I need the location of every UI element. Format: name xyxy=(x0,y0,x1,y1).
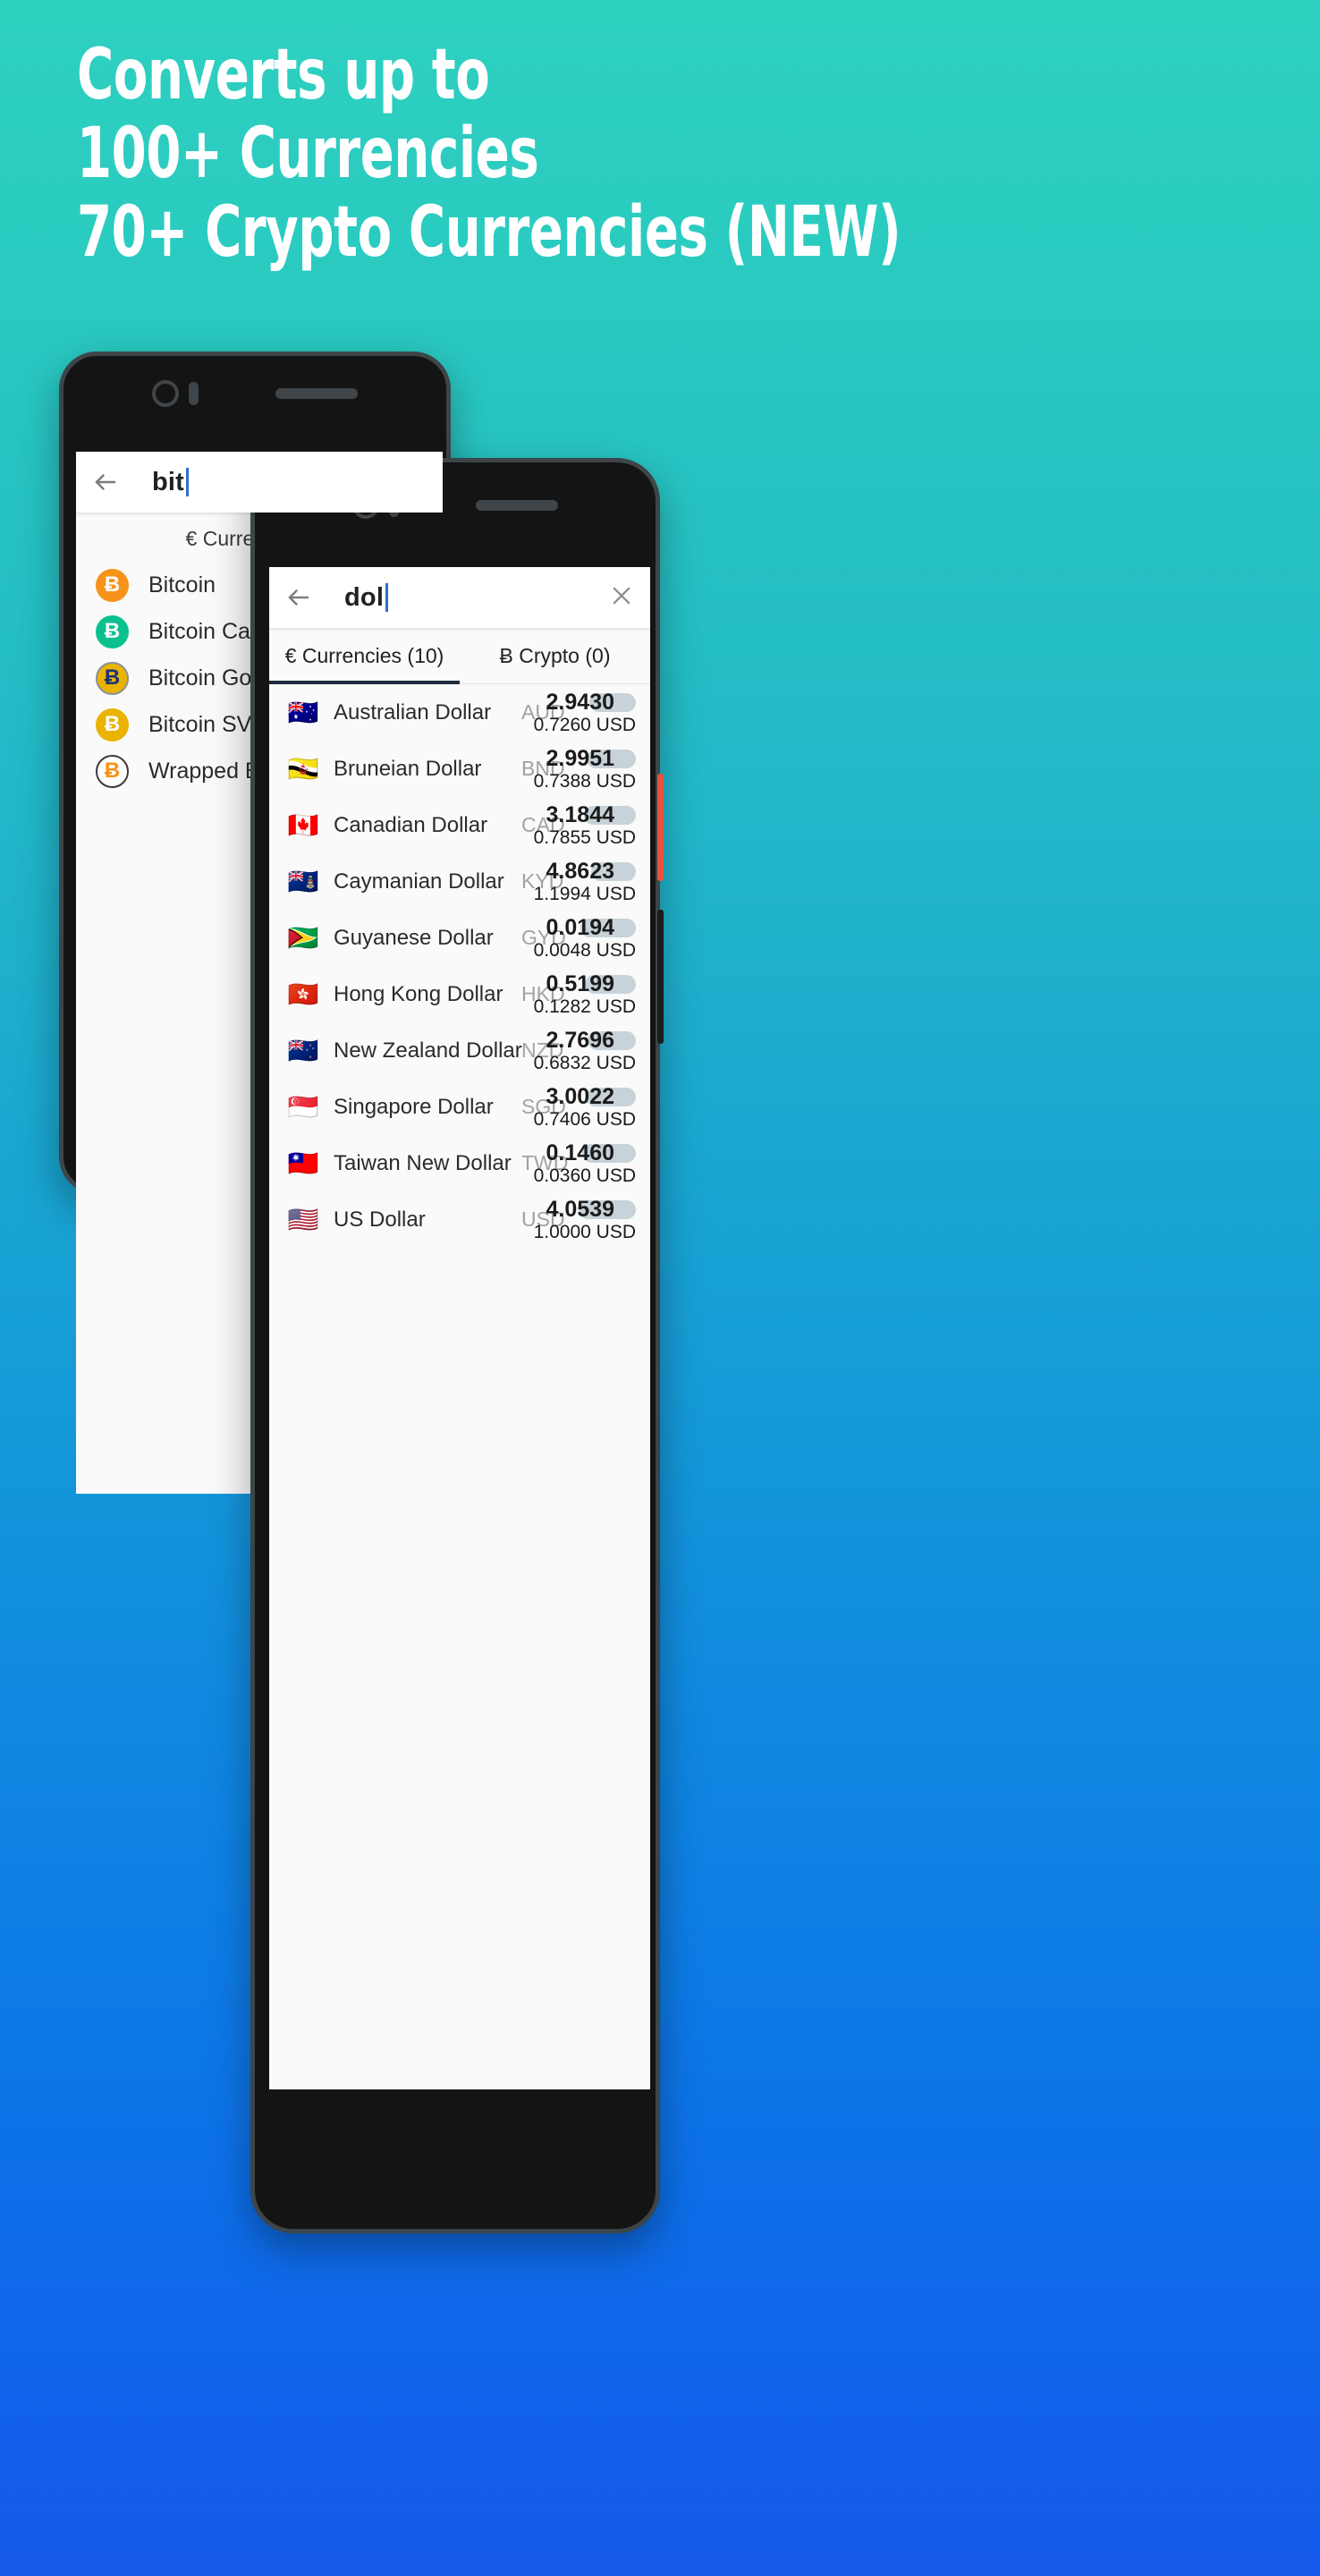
currency-name: Taiwan New Dollar xyxy=(334,1150,512,1175)
currency-name: Canadian Dollar xyxy=(334,812,488,837)
back-search-input[interactable]: bit xyxy=(152,467,190,497)
currency-rate: 0.1460 xyxy=(546,1140,614,1165)
list-item-label: Bitcoin xyxy=(148,572,216,597)
headline-line-2: 100+ Currencies xyxy=(77,114,539,194)
front-search-value: dol xyxy=(344,582,385,612)
bitcoin-cash-icon: Ƀ xyxy=(96,614,129,648)
text-caret xyxy=(385,583,389,612)
table-row[interactable]: 🇹🇼 Taiwan New Dollar TWD 0.1460 0.0360 U… xyxy=(269,1135,650,1191)
currency-usd-value: 0.0048 USD xyxy=(533,939,636,961)
front-search-bar[interactable]: dol xyxy=(269,567,650,628)
power-button[interactable] xyxy=(657,774,664,881)
table-row[interactable]: 🇳🇿 New Zealand Dollar NZD 2.7696 0.6832 … xyxy=(269,1022,650,1079)
currency-name: Bruneian Dollar xyxy=(334,756,482,781)
currency-rate: 0.0194 xyxy=(546,914,614,940)
list-item-label: Bitcoin SV xyxy=(148,711,252,737)
currency-values: 0.0194 0.0048 USD xyxy=(534,915,636,962)
table-row[interactable]: 🇬🇾 Guyanese Dollar GYD 0.0194 0.0048 USD xyxy=(269,910,650,966)
front-search-input[interactable]: dol xyxy=(344,582,389,613)
wrapped-bitcoin-icon: Ƀ xyxy=(96,754,129,788)
currency-rate: 3.0022 xyxy=(546,1083,614,1109)
close-icon[interactable] xyxy=(609,583,634,613)
table-row[interactable]: 🇦🇺 Australian Dollar AUD 2.9430 0.7260 U… xyxy=(269,684,650,741)
flag-icon: 🇦🇺 xyxy=(287,699,319,726)
currency-values: 4.8623 1.1994 USD xyxy=(534,859,636,905)
bitcoin-gold-icon: Ƀ xyxy=(96,661,129,695)
currency-values: 4.0539 1.0000 USD xyxy=(534,1197,636,1243)
currency-name: Guyanese Dollar xyxy=(334,925,494,950)
front-phone-device: dol € Currencies (10) Ƀ Crypto (0) 🇦🇺 Au… xyxy=(250,458,664,2233)
tab-crypto[interactable]: Ƀ Crypto (0) xyxy=(460,628,650,684)
table-row[interactable]: 🇧🇳 Bruneian Dollar BND 2.9951 0.7388 USD xyxy=(269,741,650,797)
currency-rate: 0.5199 xyxy=(546,970,614,996)
flag-icon: 🇨🇦 xyxy=(287,811,319,839)
headline-line-1: Converts up to xyxy=(77,35,490,115)
currency-rate: 2.9430 xyxy=(546,689,614,715)
currency-values: 0.1460 0.0360 USD xyxy=(534,1140,636,1187)
currency-name: US Dollar xyxy=(334,1207,426,1232)
currency-rate: 2.9951 xyxy=(546,745,614,771)
table-row[interactable]: 🇸🇬 Singapore Dollar SGD 3.0022 0.7406 US… xyxy=(269,1079,650,1135)
front-phone-screen: dol € Currencies (10) Ƀ Crypto (0) 🇦🇺 Au… xyxy=(269,567,650,2089)
flag-icon: 🇳🇿 xyxy=(287,1037,319,1064)
currency-name: Caymanian Dollar xyxy=(334,869,504,894)
back-search-value: bit xyxy=(152,467,185,496)
bitcoin-icon: Ƀ xyxy=(96,568,129,602)
currency-rate: 2.7696 xyxy=(546,1027,614,1053)
flag-icon: 🇬🇾 xyxy=(287,924,319,952)
currency-list: 🇦🇺 Australian Dollar AUD 2.9430 0.7260 U… xyxy=(269,684,650,1248)
currency-rate: 4.0539 xyxy=(546,1196,614,1222)
currency-usd-value: 0.7855 USD xyxy=(533,826,636,848)
flag-icon: 🇺🇸 xyxy=(287,1206,319,1233)
earpiece-speaker-icon xyxy=(275,388,358,399)
currency-rate: 4.8623 xyxy=(546,858,614,884)
tab-currencies[interactable]: € Currencies (10) xyxy=(269,628,460,684)
currency-usd-value: 0.0360 USD xyxy=(533,1165,636,1186)
currency-name: Hong Kong Dollar xyxy=(334,981,503,1006)
text-caret xyxy=(186,468,190,496)
currency-name: Australian Dollar xyxy=(334,699,492,724)
back-phone-hardware-row xyxy=(63,374,446,413)
bitcoin-sv-icon: Ƀ xyxy=(96,708,129,741)
proximity-sensor-icon xyxy=(189,382,199,405)
flag-icon: 🇰🇾 xyxy=(287,868,319,895)
flag-icon: 🇹🇼 xyxy=(287,1149,319,1177)
currency-rate: 3.1844 xyxy=(546,801,614,827)
currency-usd-value: 0.7260 USD xyxy=(533,714,636,735)
currency-name: Singapore Dollar xyxy=(334,1094,494,1119)
front-tab-bar: € Currencies (10) Ƀ Crypto (0) xyxy=(269,628,650,684)
headline-line-3: 70+ Crypto Currencies (NEW) xyxy=(77,192,901,273)
currency-values: 3.1844 0.7855 USD xyxy=(534,802,636,849)
back-search-bar[interactable]: bit xyxy=(76,452,443,513)
currency-values: 0.5199 0.1282 USD xyxy=(534,971,636,1018)
earpiece-speaker-icon xyxy=(476,500,558,511)
currency-values: 2.7696 0.6832 USD xyxy=(534,1028,636,1074)
table-row[interactable]: 🇭🇰 Hong Kong Dollar HKD 0.5199 0.1282 US… xyxy=(269,966,650,1022)
front-camera-icon xyxy=(152,380,179,407)
currency-name: New Zealand Dollar xyxy=(334,1038,522,1063)
currency-usd-value: 0.1282 USD xyxy=(533,996,636,1017)
back-arrow-icon[interactable] xyxy=(92,469,119,496)
currency-values: 2.9430 0.7260 USD xyxy=(534,690,636,736)
table-row[interactable]: 🇺🇸 US Dollar USD 4.0539 1.0000 USD xyxy=(269,1191,650,1248)
currency-usd-value: 0.6832 USD xyxy=(533,1052,636,1073)
volume-button[interactable] xyxy=(657,910,664,1044)
currency-values: 2.9951 0.7388 USD xyxy=(534,746,636,792)
table-row[interactable]: 🇨🇦 Canadian Dollar CAD 3.1844 0.7855 USD xyxy=(269,797,650,853)
flag-icon: 🇭🇰 xyxy=(287,980,319,1008)
currency-values: 3.0022 0.7406 USD xyxy=(534,1084,636,1131)
page-title: Converts up to 100+ Currencies 70+ Crypt… xyxy=(77,36,1021,272)
back-arrow-icon[interactable] xyxy=(285,584,312,611)
table-row[interactable]: 🇰🇾 Caymanian Dollar KYD 4.8623 1.1994 US… xyxy=(269,853,650,910)
currency-usd-value: 1.1994 USD xyxy=(533,883,636,904)
flag-icon: 🇸🇬 xyxy=(287,1093,319,1121)
currency-usd-value: 0.7406 USD xyxy=(533,1108,636,1130)
flag-icon: 🇧🇳 xyxy=(287,755,319,783)
currency-usd-value: 1.0000 USD xyxy=(533,1221,636,1242)
currency-usd-value: 0.7388 USD xyxy=(533,770,636,792)
